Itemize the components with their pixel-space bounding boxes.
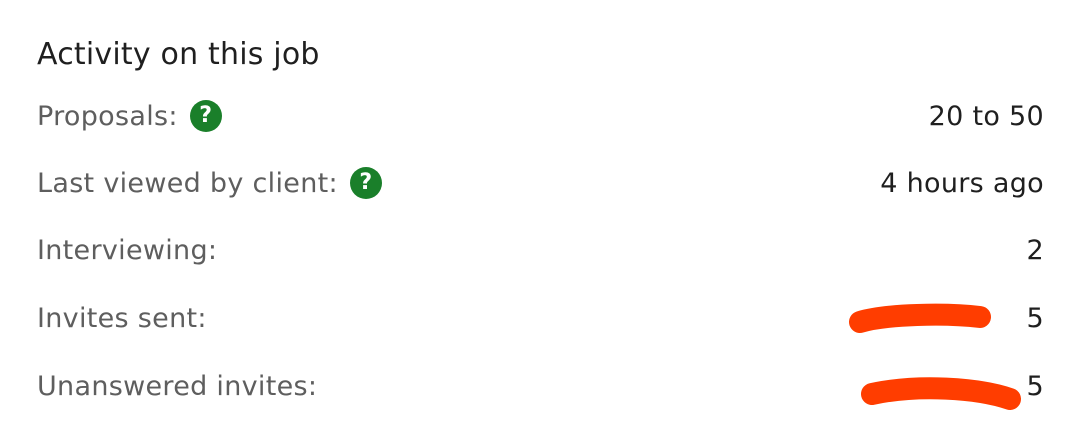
- unanswered-invites-label: Unanswered invites:: [37, 370, 318, 402]
- last-viewed-value: 4 hours ago: [880, 167, 1044, 199]
- last-viewed-label: Last viewed by client:: [37, 167, 338, 199]
- proposals-row: Proposals: ? 20 to 50: [37, 94, 1044, 138]
- interviewing-label: Interviewing:: [37, 234, 218, 266]
- section-title: Activity on this job: [37, 37, 320, 72]
- help-circle-icon[interactable]: ?: [189, 100, 222, 132]
- proposals-value: 20 to 50: [928, 100, 1044, 132]
- last-viewed-row: Last viewed by client: ? 4 hours ago: [37, 161, 1044, 205]
- interviewing-row: Interviewing: 2: [37, 228, 1044, 272]
- proposals-label: Proposals:: [37, 100, 178, 132]
- unanswered-invites-row: Unanswered invites: 5: [37, 364, 1044, 408]
- unanswered-invites-value: 5: [1026, 370, 1044, 402]
- invites-sent-value: 5: [1026, 302, 1044, 334]
- job-activity-panel: Activity on this job Proposals: ? 20 to …: [0, 0, 1080, 436]
- help-circle-icon[interactable]: ?: [349, 167, 382, 199]
- invites-sent-label: Invites sent:: [37, 302, 207, 334]
- interviewing-value: 2: [1026, 234, 1044, 266]
- invites-sent-row: Invites sent: 5: [37, 296, 1044, 340]
